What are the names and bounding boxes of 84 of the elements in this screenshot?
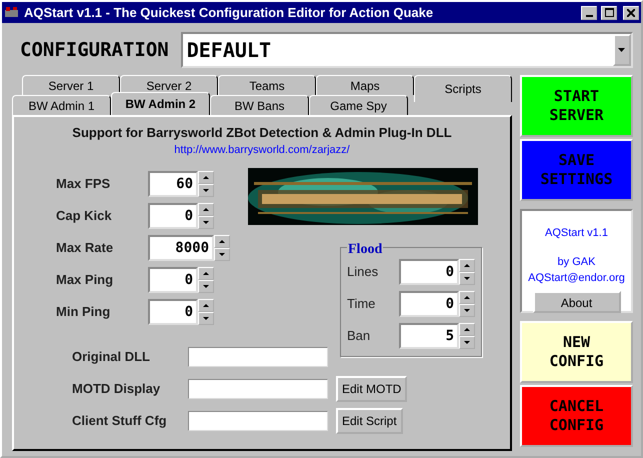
tab[interactable]: Maps xyxy=(316,75,414,95)
down-arrow-icon xyxy=(464,340,470,344)
tab[interactable]: Teams xyxy=(218,75,316,95)
close-icon xyxy=(627,8,635,16)
configuration-label: CONFIGURATION xyxy=(20,38,169,63)
spin-up-button[interactable] xyxy=(198,170,214,184)
edit-button[interactable]: Edit MOTD xyxy=(336,376,408,402)
down-arrow-icon xyxy=(203,284,209,288)
configuration-dropdown[interactable]: DEFAULT xyxy=(180,32,633,68)
up-arrow-icon xyxy=(219,240,225,242)
tab[interactable]: BW Bans xyxy=(210,95,309,115)
down-arrow-icon xyxy=(203,316,209,320)
down-arrow-icon xyxy=(464,308,470,312)
spin-down-button[interactable] xyxy=(198,280,214,292)
spin-down-button[interactable] xyxy=(198,216,214,228)
website-link[interactable]: http://www.barrysworld.com/zarjazz/ xyxy=(174,144,350,156)
maximize-button[interactable] xyxy=(601,6,617,20)
field-label: MOTD Display xyxy=(71,380,162,398)
close-button[interactable] xyxy=(623,6,639,20)
field-label: Time xyxy=(347,294,376,313)
action-button[interactable]: CANCEL CONFIG xyxy=(520,385,633,447)
text-field[interactable] xyxy=(188,410,328,430)
tab[interactable]: BW Admin 1 xyxy=(12,95,111,115)
spin-down-button[interactable] xyxy=(198,184,214,196)
app-icon xyxy=(4,6,20,20)
field-label: Lines xyxy=(347,262,380,281)
action-button[interactable]: NEW CONFIG xyxy=(520,321,633,383)
up-arrow-icon xyxy=(203,272,209,274)
spin-up-button[interactable] xyxy=(214,234,230,248)
field-label: Max Rate xyxy=(56,238,114,257)
tab[interactable]: Game Spy xyxy=(309,95,408,115)
up-arrow-icon xyxy=(203,208,209,210)
field-label: Max Ping xyxy=(56,270,114,289)
maximize-icon xyxy=(604,8,614,17)
number-field[interactable]: 0 xyxy=(399,258,459,284)
about-button[interactable]: About xyxy=(532,290,620,312)
up-arrow-icon xyxy=(203,176,209,178)
spin-down-button[interactable] xyxy=(459,336,475,348)
down-arrow-icon xyxy=(219,252,225,256)
tab[interactable]: Scripts xyxy=(414,75,512,102)
panel-heading: Support for Barrysworld ZBot Detection & Admin Plug-In DLL xyxy=(71,124,453,142)
number-field[interactable]: 0 xyxy=(148,266,198,292)
minimize-icon xyxy=(586,14,592,16)
action-button[interactable]: START SERVER xyxy=(520,75,633,137)
down-arrow-icon xyxy=(464,276,470,280)
up-arrow-icon xyxy=(464,328,470,330)
spin-up-button[interactable] xyxy=(459,258,475,272)
field-label: Ban xyxy=(347,326,372,345)
up-arrow-icon xyxy=(464,264,470,266)
down-arrow-icon xyxy=(203,188,209,192)
text-field[interactable] xyxy=(188,378,328,398)
tab[interactable]: BW Admin 2 xyxy=(111,92,210,115)
down-arrow-icon xyxy=(203,220,209,224)
dropdown-arrow-icon xyxy=(618,48,626,52)
spin-up-button[interactable] xyxy=(459,290,475,304)
number-field[interactable]: 0 xyxy=(148,202,198,228)
field-label: Max FPS xyxy=(56,174,112,193)
field-label: Original DLL xyxy=(71,348,151,366)
text-field[interactable] xyxy=(188,346,328,366)
spin-down-button[interactable] xyxy=(459,304,475,316)
field-label: Client Stuff Cfg xyxy=(71,412,168,430)
up-arrow-icon xyxy=(203,304,209,306)
number-field[interactable]: 60 xyxy=(148,170,198,196)
spin-up-button[interactable] xyxy=(198,266,214,280)
up-arrow-icon xyxy=(464,296,470,298)
tab[interactable]: Server 1 xyxy=(22,75,120,95)
spin-down-button[interactable] xyxy=(459,272,475,284)
window-title: AQStart v1.1 - The Quickest Configuration Editor for Action Quake xyxy=(24,4,434,22)
field-label: Min Ping xyxy=(56,302,112,321)
number-field[interactable]: 0 xyxy=(399,290,459,316)
minimize-button[interactable] xyxy=(581,6,597,20)
email-text: AQStart@endor.org xyxy=(527,271,626,286)
spin-down-button[interactable] xyxy=(198,312,214,324)
author-text: by GAK xyxy=(556,254,596,270)
spin-down-button[interactable] xyxy=(214,248,230,260)
number-field[interactable]: 0 xyxy=(148,298,198,324)
version-text: AQStart v1.1 xyxy=(544,226,609,241)
field-label: Cap Kick xyxy=(56,206,113,225)
number-field[interactable]: 5 xyxy=(399,322,459,348)
spin-up-button[interactable] xyxy=(198,202,214,216)
edit-button[interactable]: Edit Script xyxy=(336,408,403,434)
spin-up-button[interactable] xyxy=(459,322,475,336)
number-field[interactable]: 8000 xyxy=(148,234,214,260)
spin-up-button[interactable] xyxy=(198,298,214,312)
